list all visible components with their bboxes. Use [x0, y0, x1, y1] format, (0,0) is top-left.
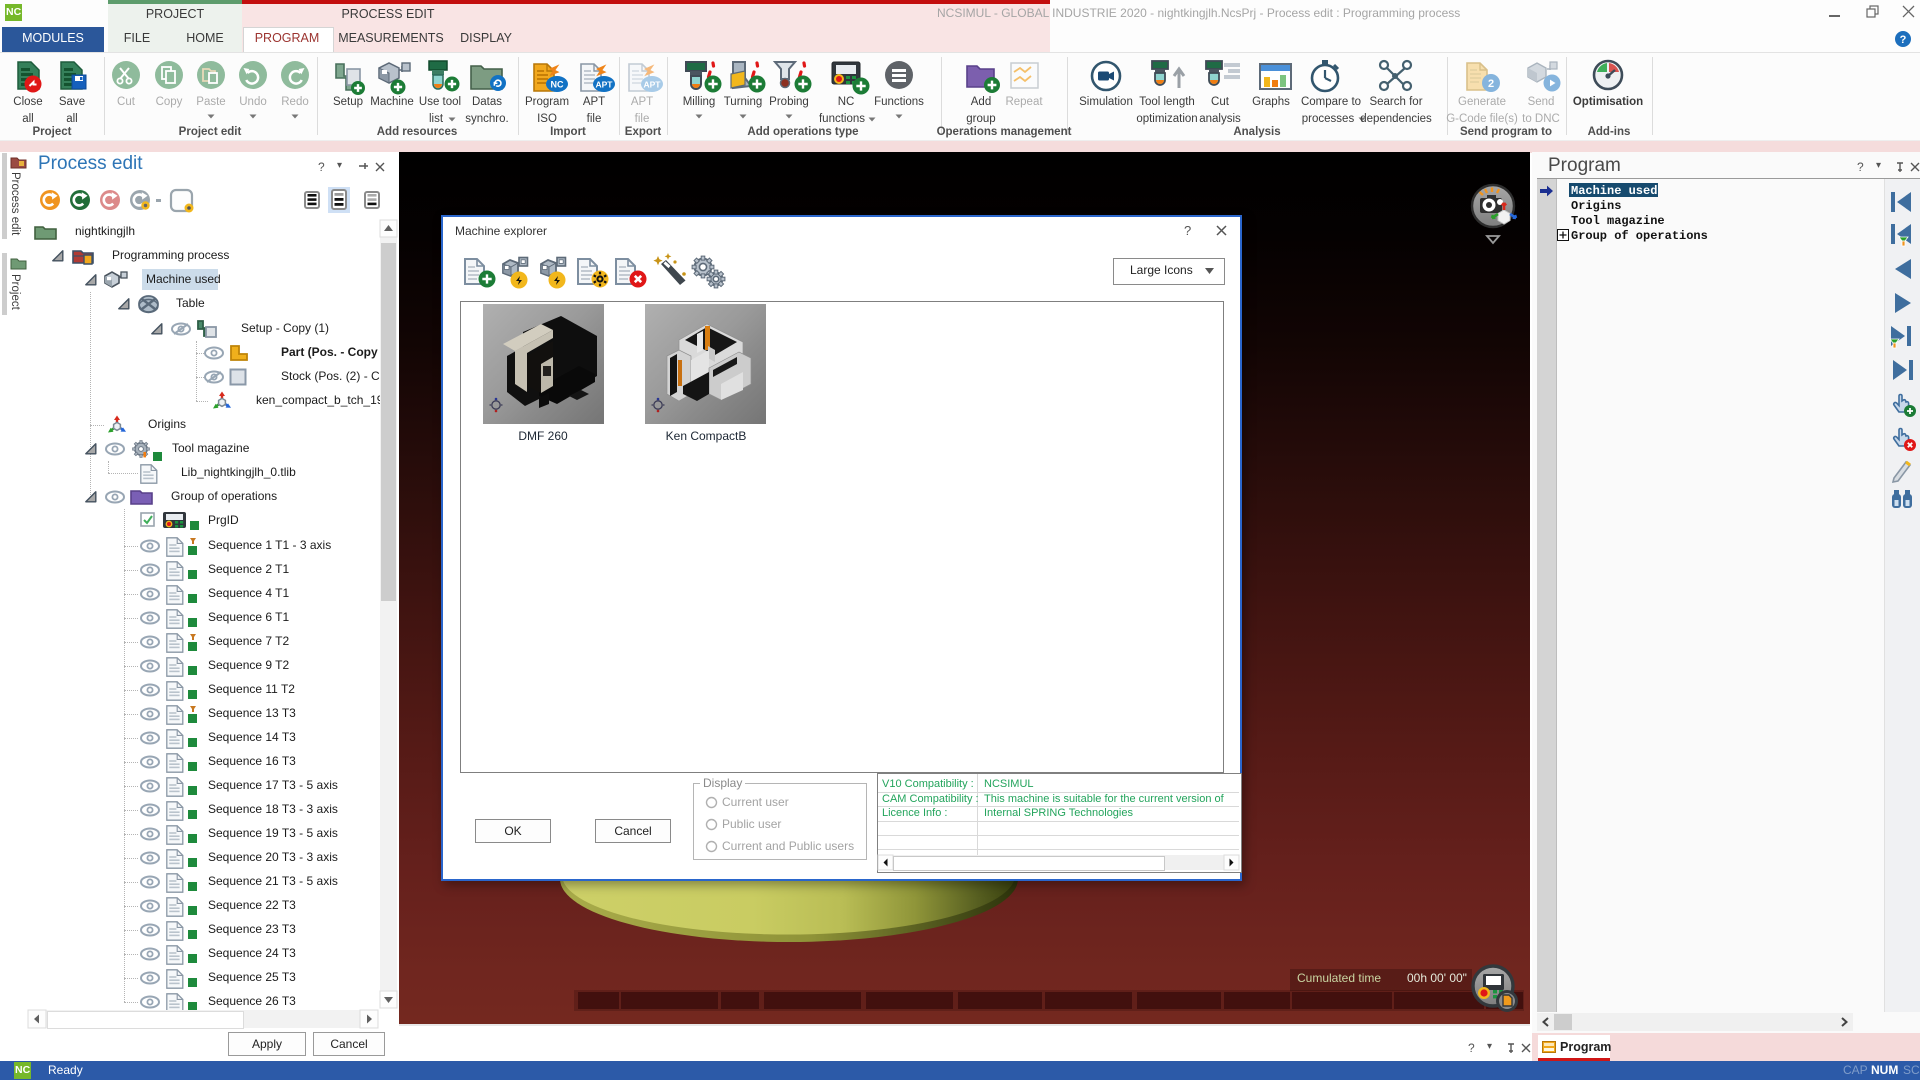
svg-text:NC: NC	[551, 80, 564, 90]
svg-text:2: 2	[1488, 78, 1494, 90]
svg-text:APT: APT	[596, 80, 614, 90]
svg-text:APT: APT	[644, 80, 662, 90]
svg-text:?: ?	[1900, 34, 1907, 46]
